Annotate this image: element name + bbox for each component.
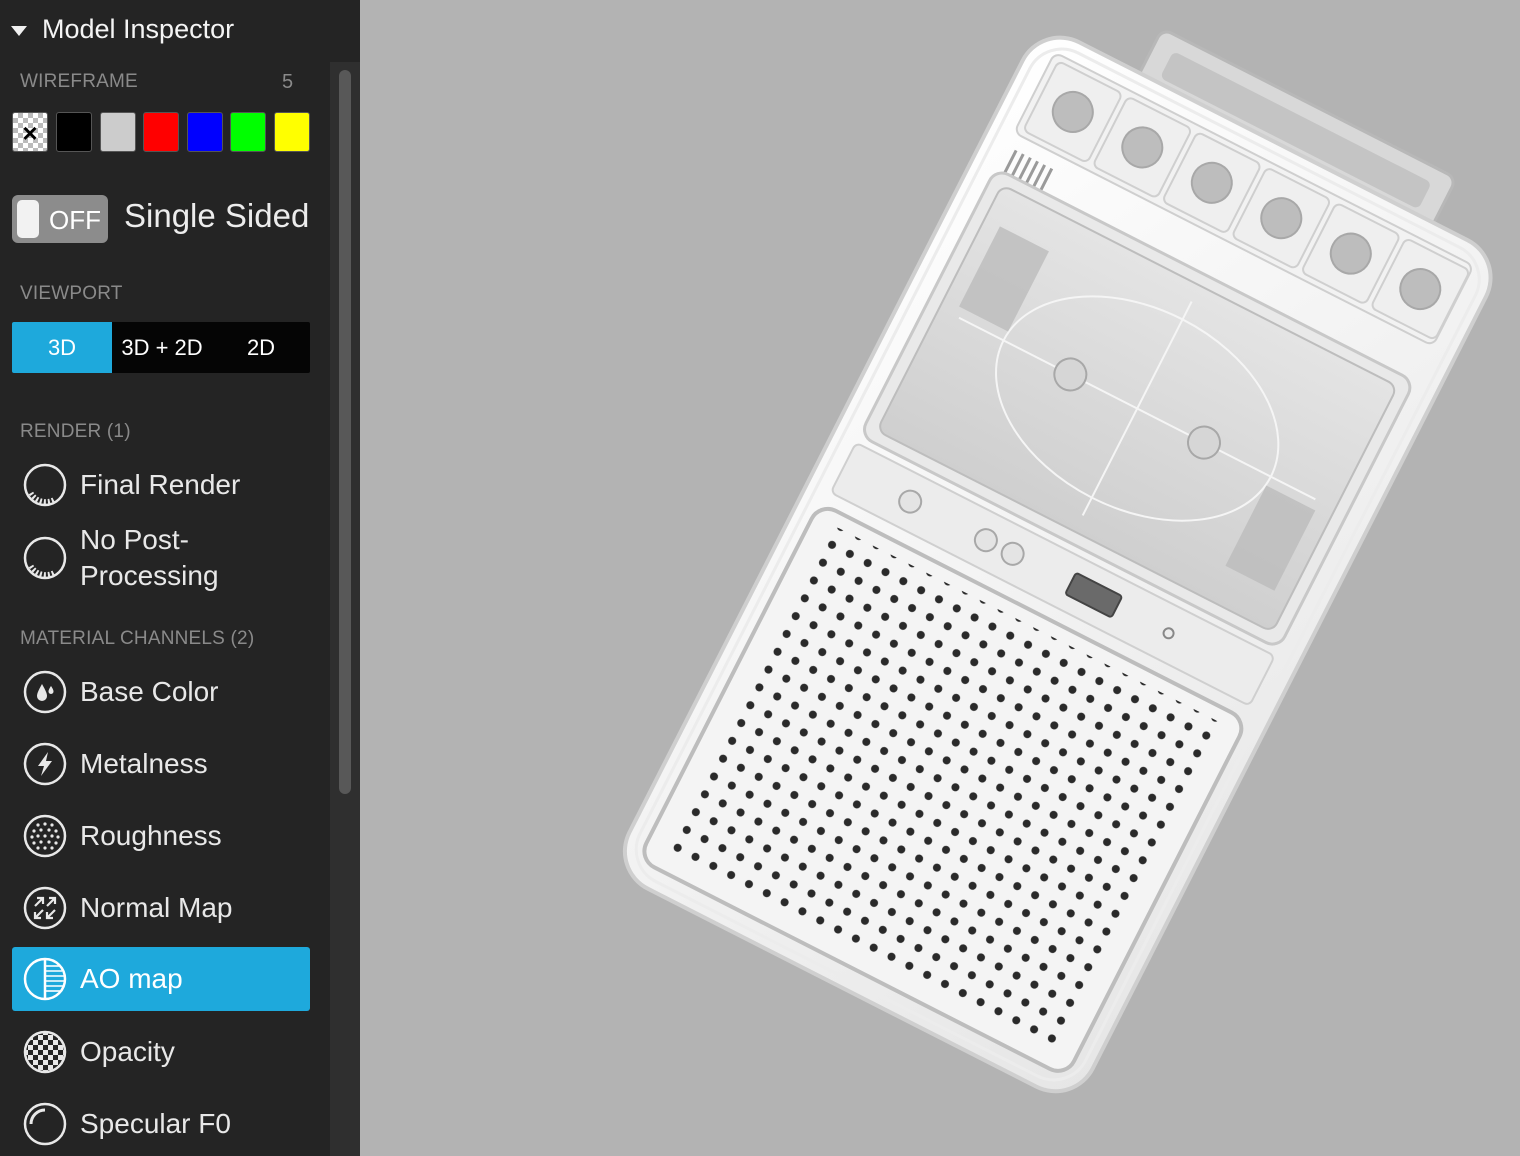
toggle-state: OFF [49, 205, 101, 235]
item-label: Metalness [80, 748, 208, 779]
viewport-option-2d[interactable]: 2D [212, 322, 310, 373]
render-item-no-post-processing[interactable]: No Post-Processing [12, 510, 310, 606]
channel-item-metalness[interactable]: Metalness [12, 732, 310, 796]
channel-item-opacity[interactable]: Opacity [12, 1020, 310, 1084]
checkerboard-icon [23, 1030, 67, 1074]
model-inspector-panel: Model Inspector WIREFRAME 5 × OFF Single… [0, 0, 360, 1156]
item-label: Roughness [80, 820, 222, 851]
caret-down-icon[interactable] [11, 26, 27, 36]
wireframe-swatch-green[interactable] [230, 112, 266, 152]
wireframe-swatch-gray[interactable] [100, 112, 136, 152]
scrollbar-thumb[interactable] [339, 70, 351, 794]
viewport-option-3d[interactable]: 3D [12, 322, 112, 373]
viewport-option-3d-2d[interactable]: 3D + 2D [112, 322, 212, 373]
wireframe-section-label: WIREFRAME [20, 71, 138, 92]
toggle-knob [17, 200, 39, 238]
channel-item-specular-f0[interactable]: Specular F0 [12, 1092, 310, 1156]
channel-item-base-color[interactable]: Base Color [12, 660, 310, 724]
viewport-section-label: VIEWPORT [20, 283, 123, 304]
item-label: Normal Map [80, 892, 233, 923]
cassette-player-model [622, 30, 1493, 1094]
final-render-icon [23, 463, 67, 507]
scrollbar-track[interactable] [330, 62, 360, 1156]
render-item-final-render[interactable]: Final Render [12, 453, 310, 517]
dots-icon [23, 814, 67, 858]
droplet-icon [23, 670, 67, 714]
panel-header[interactable]: Model Inspector [0, 0, 360, 62]
item-label: Specular F0 [80, 1108, 231, 1139]
wireframe-swatch-yellow[interactable] [274, 112, 310, 152]
item-label: No Post-Processing [80, 524, 219, 591]
wireframe-swatch-red[interactable] [143, 112, 179, 152]
material-channels-section-label: MATERIAL CHANNELS (2) [20, 628, 255, 649]
single-sided-label: Single Sided [124, 197, 310, 234]
wireframe-swatch-none[interactable]: × [12, 112, 48, 152]
wireframe-swatch-black[interactable] [56, 112, 92, 152]
item-label: AO map [80, 963, 183, 994]
channel-item-ao-map[interactable]: AO map [12, 947, 310, 1011]
ao-map-icon [23, 957, 67, 1001]
single-sided-toggle[interactable]: OFF [12, 195, 108, 243]
3d-viewport[interactable] [360, 0, 1520, 1156]
item-label: Base Color [80, 676, 219, 707]
no-post-processing-icon [23, 536, 67, 580]
wireframe-count: 5 [282, 71, 294, 93]
wireframe-swatch-blue[interactable] [187, 112, 223, 152]
viewport-segmented-control: 3D 3D + 2D 2D [12, 322, 310, 373]
channel-item-roughness[interactable]: Roughness [12, 804, 310, 868]
specular-icon [23, 1102, 67, 1146]
close-icon: × [22, 118, 38, 148]
item-label: Opacity [80, 1036, 175, 1067]
panel-title: Model Inspector [42, 14, 235, 44]
item-label: Final Render [80, 469, 241, 500]
render-section-label: RENDER (1) [20, 421, 131, 442]
lightning-icon [23, 742, 67, 786]
arrows-icon [23, 886, 67, 930]
channel-item-normal-map[interactable]: Normal Map [12, 876, 310, 940]
